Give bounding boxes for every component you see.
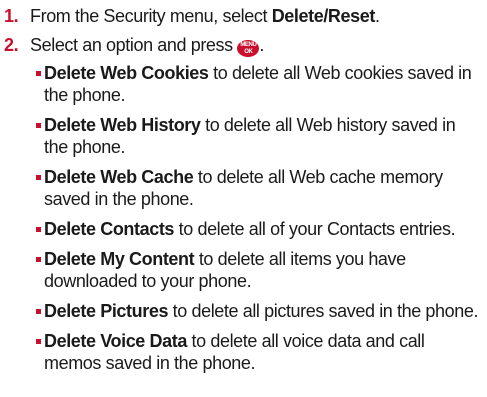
step-number: 2. [4,35,19,55]
bullet-icon [36,339,41,344]
list-item: Delete Voice Data to delete all voice da… [36,330,481,374]
bullet-icon [36,257,41,262]
option-desc: to delete all pictures saved in the phon… [168,301,479,321]
list-item: Delete Web Cookies to delete all Web coo… [36,62,481,106]
menu-ok-key-icon: MENU OK [237,40,260,57]
menu-path: Delete/Reset [271,6,376,26]
instructions-page: 1. From the Security menu, select Delete/… [0,0,487,397]
option-term: Delete My Content [44,249,195,269]
bullet-icon [36,175,41,180]
option-term: Delete Pictures [44,301,169,321]
step-punct: . [259,35,264,55]
step-text: From the Security menu, select [30,6,272,26]
option-term: Delete Voice Data [44,331,187,351]
bullet-icon [36,71,41,76]
list-item: Delete Web Cache to delete all Web cache… [36,166,481,210]
step-number: 1. [4,6,19,26]
step-1: 1. From the Security menu, select Delete/… [4,5,380,27]
option-term: Delete Web History [44,115,201,135]
step-punct: . [374,6,380,26]
step-2: 2. Select an option and press MENU OK. [4,34,264,57]
delete-options-list: Delete Web Cookies to delete all Web coo… [36,62,481,382]
list-item: Delete Contacts to delete all of your Co… [36,218,481,240]
list-item: Delete Web History to delete all Web his… [36,114,481,158]
option-term: Delete Web Cookies [44,63,209,83]
step-text: Select an option and press [30,35,238,55]
bullet-icon [36,123,41,128]
option-term: Delete Contacts [44,219,175,239]
list-item: Delete Pictures to delete all pictures s… [36,300,481,322]
list-item: Delete My Content to delete all items yo… [36,248,481,292]
bullet-icon [36,227,41,232]
option-term: Delete Web Cache [44,167,194,187]
option-desc: to delete all of your Contacts entries. [174,219,456,239]
bullet-icon [36,309,41,314]
